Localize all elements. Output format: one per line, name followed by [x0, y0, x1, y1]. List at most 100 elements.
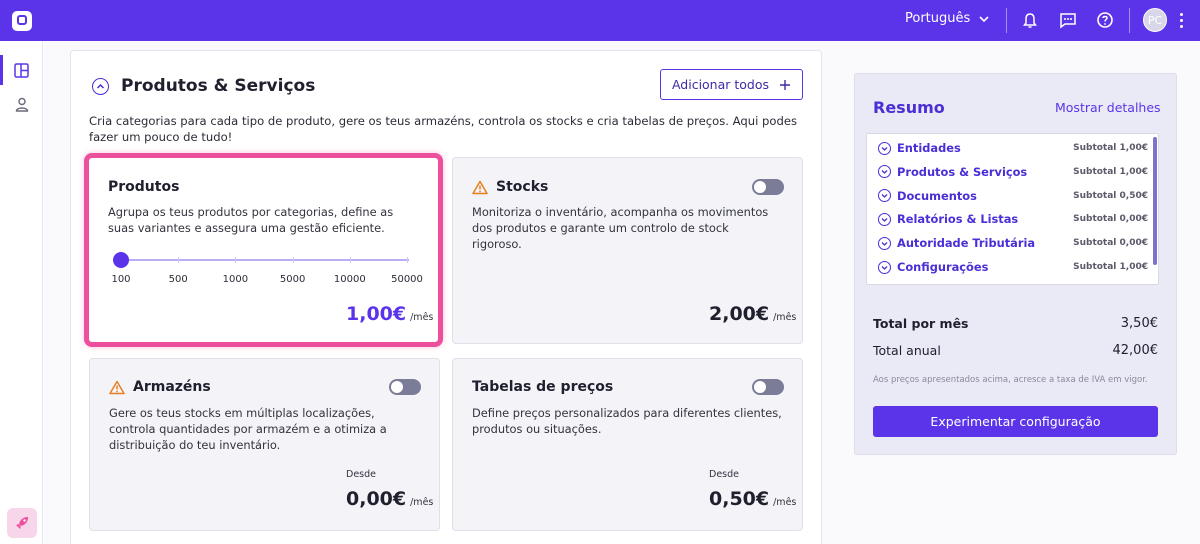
bell-icon[interactable]: [1020, 10, 1040, 30]
show-details-link[interactable]: Mostrar detalhes: [1055, 100, 1161, 115]
slider-tick: [292, 257, 294, 263]
app-logo[interactable]: [0, 0, 43, 41]
plus-icon: [780, 79, 791, 90]
card-title: Stocks: [472, 179, 548, 195]
slider-tick-label[interactable]: 5000: [280, 274, 305, 285]
summary-item[interactable]: Produtos & Serviços Subtotal 1,00€: [878, 163, 1148, 181]
section-description: Cria categorias para cada tipo de produt…: [89, 114, 797, 144]
chevron-down-icon: [878, 236, 891, 250]
slider-tick: [178, 257, 180, 263]
chevron-down-icon: [878, 165, 891, 179]
chevron-down-icon: [878, 141, 891, 155]
divider: [1129, 8, 1130, 33]
total-year-row: Total anual 42,00€: [873, 343, 1158, 358]
card-title-text: Stocks: [496, 179, 549, 195]
card-description: Define preços personalizados para difere…: [472, 406, 782, 436]
summary-item-subtotal: Subtotal 0,50€: [1073, 190, 1148, 201]
section-header[interactable]: Produtos & Serviços: [92, 76, 315, 96]
total-year-label: Total anual: [873, 343, 941, 358]
price-amount: 0,50€: [709, 488, 770, 510]
slider-track[interactable]: [121, 259, 409, 261]
summary-title: Resumo: [873, 98, 945, 117]
summary-item[interactable]: Relatórios & Listas Subtotal 0,00€: [878, 210, 1148, 228]
card-title: Tabelas de preços: [472, 379, 614, 395]
price-period: /mês: [410, 497, 434, 508]
warning-icon: [472, 180, 488, 194]
summary-item-subtotal: Subtotal 1,00€: [1073, 262, 1148, 272]
slider-tick-label[interactable]: 100: [111, 274, 130, 285]
top-bar: Português PC: [0, 0, 1200, 41]
chevron-down-icon: [878, 212, 891, 226]
stocks-toggle[interactable]: [752, 179, 784, 195]
left-rail: [0, 41, 43, 544]
collapse-icon[interactable]: [92, 77, 109, 95]
summary-item-label: Configurações: [897, 260, 989, 274]
summary-item-label: Produtos & Serviços: [897, 164, 1028, 179]
card-description: Monitoriza o inventário, acompanha os mo…: [472, 205, 769, 251]
summary-item-subtotal: Subtotal 1,00€: [1073, 143, 1148, 153]
price-amount: 0,00€: [346, 488, 407, 510]
price-amount: 2,00€: [709, 303, 770, 325]
slider-tick-label[interactable]: 50000: [391, 274, 423, 285]
summary-item[interactable]: Autoridade Tributária Subtotal 0,00€: [878, 234, 1148, 252]
price-armazens: 0,00€ /mês: [346, 488, 433, 510]
summary-item-subtotal: Subtotal 0,00€: [1073, 214, 1148, 225]
summary-item-subtotal: Subtotal 0,00€: [1073, 238, 1148, 249]
slider-tick-label[interactable]: 500: [169, 274, 188, 285]
price-amount: 1,00€: [346, 303, 407, 325]
slider-tick: [349, 257, 351, 263]
card-title: Produtos: [108, 179, 180, 195]
card-title-text: Armazéns: [133, 379, 211, 395]
price-tabelas: 0,50€ /mês: [709, 488, 796, 510]
chevron-down-icon: [878, 260, 891, 274]
total-month-row: Total por mês 3,50€: [873, 316, 1158, 331]
more-menu-icon[interactable]: [1176, 10, 1186, 30]
slider-tick-label[interactable]: 10000: [334, 274, 366, 285]
total-year-value: 42,00€: [1112, 343, 1159, 358]
add-all-label: Adicionar todos: [671, 77, 770, 92]
total-month-label: Total por mês: [873, 316, 969, 331]
slider-tick: [235, 257, 237, 263]
summary-item-label: Autoridade Tributária: [897, 236, 1036, 251]
summary-item[interactable]: Entidades Subtotal 1,00€: [878, 139, 1148, 157]
try-configuration-button[interactable]: Experimentar configuração: [873, 406, 1158, 437]
from-label: Desde: [346, 469, 376, 480]
summary-list[interactable]: Entidades Subtotal 1,00€ Produtos & Serviç…: [866, 133, 1159, 285]
chevron-down-icon: [979, 15, 989, 22]
armazens-toggle[interactable]: [389, 379, 421, 395]
price-produtos: 1,00€ /mês: [346, 303, 433, 325]
chevron-down-icon: [878, 189, 891, 203]
tabelas-toggle[interactable]: [752, 379, 784, 395]
from-label: Desde: [709, 469, 739, 480]
vat-note: Aos preços apresentados acima, acresce a…: [873, 375, 1148, 385]
slider-tick: [407, 257, 408, 263]
card-title: Armazéns: [109, 379, 211, 395]
summary-item[interactable]: Documentos Subtotal 0,50€: [878, 187, 1148, 205]
avatar[interactable]: PC: [1143, 8, 1167, 32]
language-selector[interactable]: Português: [905, 11, 990, 26]
user-icon[interactable]: [0, 89, 43, 119]
slider-thumb[interactable]: [113, 252, 129, 268]
total-month-value: 3,50€: [1120, 316, 1158, 331]
price-stocks: 2,00€ /mês: [709, 303, 796, 325]
help-icon[interactable]: [1095, 10, 1115, 30]
card-description: Gere os teus stocks em múltiplas localiz…: [109, 406, 387, 452]
price-period: /mês: [773, 312, 797, 323]
summary-item-label: Documentos: [897, 188, 977, 203]
divider: [1006, 8, 1007, 33]
summary-item-label: Relatórios & Listas: [897, 212, 1019, 227]
slider-tick-label[interactable]: 1000: [223, 274, 248, 285]
add-all-button[interactable]: Adicionar todos: [660, 69, 803, 100]
scrollbar[interactable]: [1153, 137, 1157, 265]
summary-item[interactable]: Configurações Subtotal 1,00€: [878, 258, 1148, 276]
section-title: Produtos & Serviços: [121, 76, 316, 96]
summary-item-subtotal: Subtotal 1,00€: [1073, 166, 1148, 177]
chat-icon[interactable]: [1058, 10, 1078, 30]
dashboard-icon[interactable]: [0, 55, 43, 85]
summary-item-label: Entidades: [897, 141, 961, 155]
warning-icon: [109, 380, 125, 394]
card-description: Agrupa os teus produtos por categorias, …: [108, 205, 394, 235]
language-label: Português: [905, 11, 971, 26]
price-period: /mês: [773, 497, 797, 508]
rocket-icon[interactable]: [7, 508, 37, 538]
